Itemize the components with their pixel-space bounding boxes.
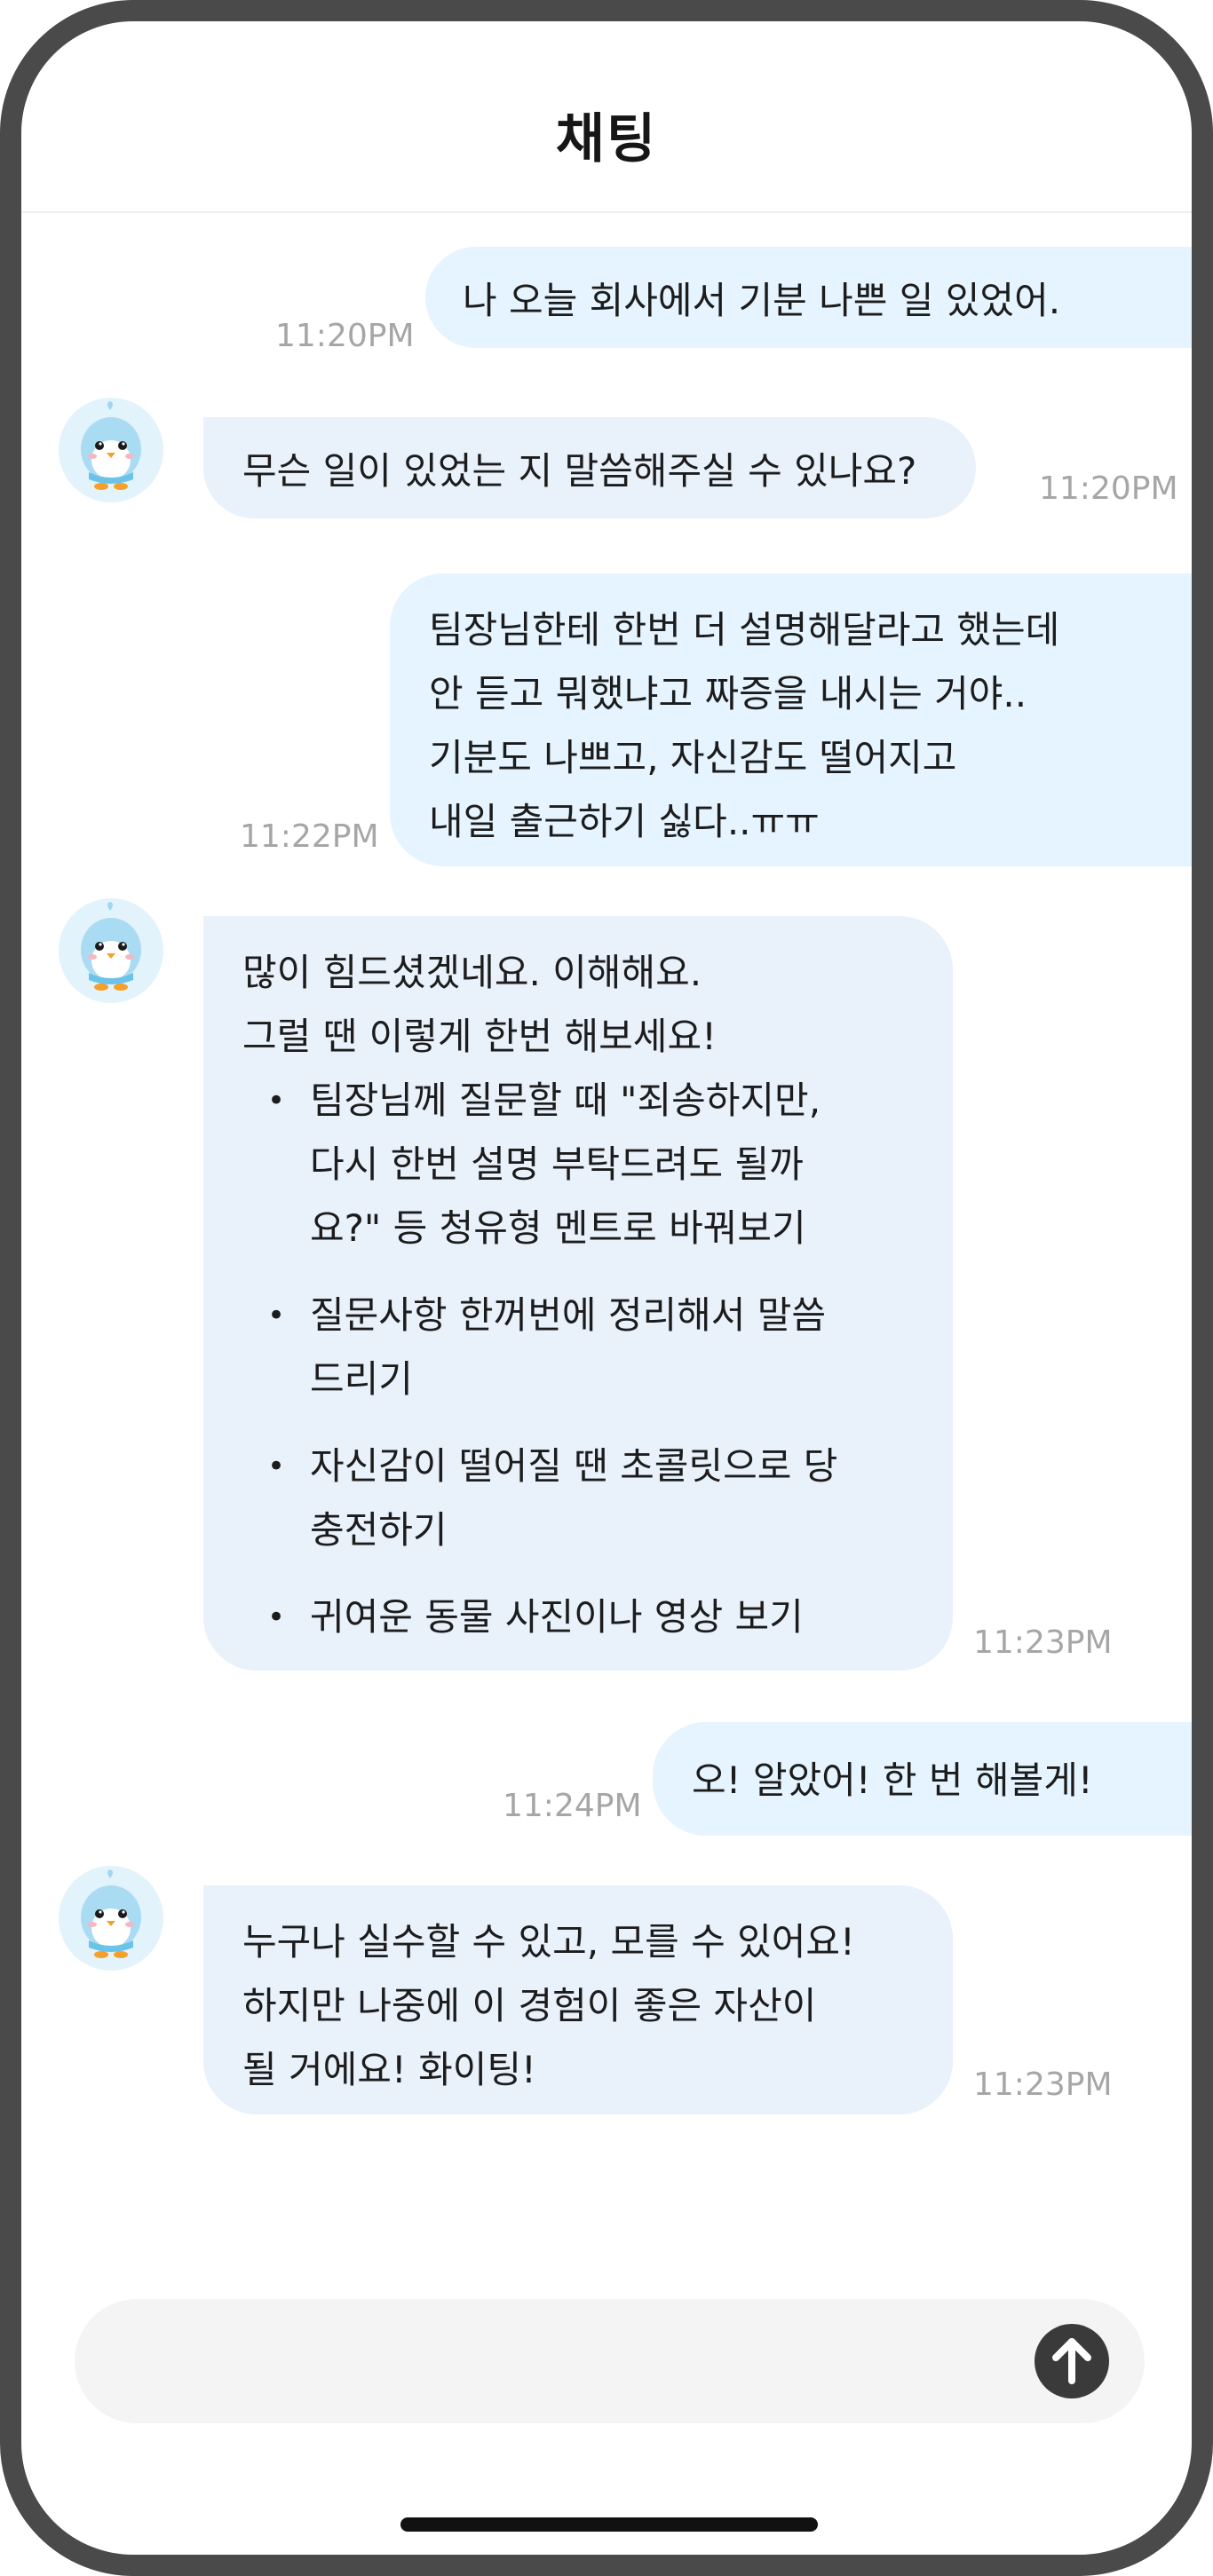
message-line: 될 거에요! 화이팅! [242,2048,536,2091]
bot-message-bubble[interactable]: 누구나 실수할 수 있고, 모를 수 있어요! 하지만 나중에 이 경험이 좋은… [203,1885,953,2114]
phone-frame: 채팅 11:20PM 나 오늘 회사에서 기분 나쁜 일 있었어. 무슨 일이 … [0,0,1213,2576]
message-line: 내일 출근하기 싫다..ㅠㅠ [429,800,820,843]
home-indicator[interactable] [400,2517,818,2532]
list-item-line: 팀장님께 질문할 때 "죄송하지만, [310,1079,821,1122]
message-input[interactable] [75,2299,1145,2423]
send-button[interactable] [1035,2324,1109,2398]
message-line: 하지만 나중에 이 경험이 좋은 자산이 [242,1984,817,2027]
bot-message-bubble[interactable]: 많이 힘드셨겠네요. 이해해요. 그럴 땐 이렇게 한번 해보세요! 팀장님께 … [203,916,953,1671]
message-line: 기분도 나쁘고, 자신감도 떨어지고 [429,736,957,779]
bot-avatar [59,398,163,502]
penguin-icon [81,401,141,490]
message-input-field[interactable] [110,2326,1002,2398]
list-item-line: 자신감이 떨어질 땐 초콜릿으로 당 [310,1444,838,1488]
list-item-line: 질문사항 한꺼번에 정리해서 말씀 [310,1293,827,1337]
user-message-bubble[interactable]: 나 오늘 회사에서 기분 나쁜 일 있었어. [425,247,1192,348]
message-line: 팀장님한테 한번 더 설명해달라고 했는데 [429,608,1060,652]
penguin-icon [81,902,141,991]
tip-list: 팀장님께 질문할 때 "죄송하지만, 다시 한번 설명 부탁드려도 될까 요?"… [242,1069,953,1649]
list-item: 귀여운 동물 사진이나 영상 보기 [242,1585,953,1649]
bot-avatar [59,898,163,1003]
message-time: 11:23PM [973,2066,1113,2103]
message-time: 11:20PM [1039,470,1178,507]
message-line: 누구나 실수할 수 있고, 모를 수 있어요! [242,1920,855,1964]
user-message-bubble[interactable]: 오! 알았어! 한 번 해볼게! [653,1722,1192,1836]
bot-message-bubble[interactable]: 무슨 일이 있었는 지 말씀해주실 수 있나요? [203,417,976,518]
message-time: 11:23PM [973,1624,1113,1661]
message-time: 11:22PM [240,818,379,855]
message-time: 11:20PM [275,318,415,354]
page-title: 채팅 [555,108,658,170]
list-item: 팀장님께 질문할 때 "죄송하지만, 다시 한번 설명 부탁드려도 될까 요?"… [242,1069,953,1260]
penguin-icon [81,1869,141,1958]
message-line: 안 듣고 뭐했냐고 짜증을 내시는 거야.. [429,672,1027,715]
list-item-line: 충전하기 [310,1508,448,1552]
bot-avatar [59,1866,163,1971]
list-item-line: 다시 한번 설명 부탁드려도 될까 [310,1142,804,1186]
list-item-line: 귀여운 동물 사진이나 영상 보기 [310,1595,804,1639]
message-time: 11:24PM [503,1788,642,1824]
message-text: 나 오늘 회사에서 기분 나쁜 일 있었어. [463,279,1061,322]
message-line: 많이 힘드셨겠네요. 이해해요. [242,951,702,994]
list-item: 질문사항 한꺼번에 정리해서 말씀 드리기 [242,1284,953,1411]
message-text: 오! 알았어! 한 번 해볼게! [692,1758,1093,1802]
list-item-line: 요?" 등 청유형 멘트로 바꿔보기 [310,1206,806,1250]
arrow-up-icon [1052,2338,1091,2384]
message-text: 무슨 일이 있었는 지 말씀해주실 수 있나요? [242,449,917,493]
list-item-line: 드리기 [310,1357,413,1401]
user-message-bubble[interactable]: 팀장님한테 한번 더 설명해달라고 했는데 안 듣고 뭐했냐고 짜증을 내시는 … [390,573,1192,866]
chat-header: 채팅 [21,21,1192,213]
list-item: 자신감이 떨어질 땐 초콜릿으로 당 충전하기 [242,1434,953,1562]
message-line: 그럴 땐 이렇게 한번 해보세요! [242,1015,717,1058]
